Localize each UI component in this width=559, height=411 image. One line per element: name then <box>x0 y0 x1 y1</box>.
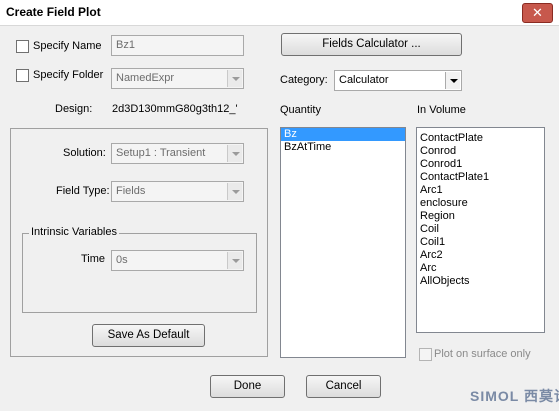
time-dropdown-value: 0s <box>116 254 128 266</box>
list-item[interactable]: Coil1 <box>417 236 544 249</box>
time-label: Time <box>81 253 106 265</box>
list-item[interactable]: Arc <box>417 262 544 275</box>
category-dropdown[interactable]: Calculator <box>334 70 462 91</box>
title-bar: Create Field Plot ✕ <box>0 0 559 26</box>
close-icon: ✕ <box>532 5 543 20</box>
list-item[interactable]: ContactPlate <box>417 132 544 145</box>
solution-dropdown: Setup1 : Transient <box>111 143 244 164</box>
cancel-button[interactable]: Cancel <box>306 375 381 398</box>
list-item[interactable]: Bz <box>281 128 405 141</box>
specify-folder-checkbox[interactable] <box>16 69 29 82</box>
design-value: 2d3D130mmG80g3th12_' <box>112 103 238 115</box>
list-item[interactable]: AllObjects <box>417 275 544 288</box>
name-field: Bz1 <box>111 35 244 56</box>
plot-on-surface-label: Plot on surface only <box>434 348 531 360</box>
category-dropdown-value: Calculator <box>339 74 389 86</box>
fields-calculator-button[interactable]: Fields Calculator ... <box>281 33 462 56</box>
plot-on-surface-checkbox <box>419 348 432 361</box>
name-field-value: Bz1 <box>116 39 135 51</box>
list-item[interactable]: BzAtTime <box>281 141 405 154</box>
field-type-dropdown-value: Fields <box>116 185 146 197</box>
quantity-label: Quantity <box>280 104 321 116</box>
solution-dropdown-value: Setup1 : Transient <box>116 147 206 159</box>
close-button[interactable]: ✕ <box>522 3 553 23</box>
in-volume-label: In Volume <box>417 104 466 116</box>
solution-label: Solution: <box>63 147 106 159</box>
list-item[interactable]: enclosure <box>417 197 544 210</box>
list-item[interactable]: Region <box>417 210 544 223</box>
chevron-down-icon <box>445 72 460 89</box>
quantity-list[interactable]: Bz BzAtTime <box>280 127 406 358</box>
design-label: Design: <box>55 103 93 115</box>
list-item[interactable]: Conrod1 <box>417 158 544 171</box>
list-item[interactable]: Coil <box>417 223 544 236</box>
list-item[interactable]: ContactPlate1 <box>417 171 544 184</box>
save-as-default-button[interactable]: Save As Default <box>92 324 205 347</box>
list-item[interactable]: Arc1 <box>417 184 544 197</box>
window-title: Create Field Plot <box>6 5 101 19</box>
chevron-down-icon <box>227 145 242 162</box>
watermark: SIMOL 西莫论坛 <box>470 388 559 404</box>
chevron-down-icon <box>227 183 242 200</box>
done-button[interactable]: Done <box>210 375 285 398</box>
in-volume-list[interactable]: ContactPlate Conrod Conrod1 ContactPlate… <box>416 127 545 333</box>
category-label: Category: <box>280 74 328 86</box>
specify-name-label: Specify Name <box>33 40 102 52</box>
list-item[interactable]: Conrod <box>417 145 544 158</box>
intrinsic-variables-group <box>22 233 257 313</box>
specify-name-checkbox[interactable] <box>16 40 29 53</box>
field-type-label: Field Type: <box>56 185 110 197</box>
field-type-dropdown: Fields <box>111 181 244 202</box>
chevron-down-icon <box>227 252 242 269</box>
folder-dropdown-value: NamedExpr <box>116 72 175 84</box>
list-item[interactable]: Arc2 <box>417 249 544 262</box>
specify-folder-label: Specify Folder <box>33 69 104 81</box>
time-dropdown: 0s <box>111 250 244 271</box>
folder-dropdown: NamedExpr <box>111 68 244 89</box>
intrinsic-variables-label: Intrinsic Variables <box>29 226 119 238</box>
chevron-down-icon <box>227 70 242 87</box>
